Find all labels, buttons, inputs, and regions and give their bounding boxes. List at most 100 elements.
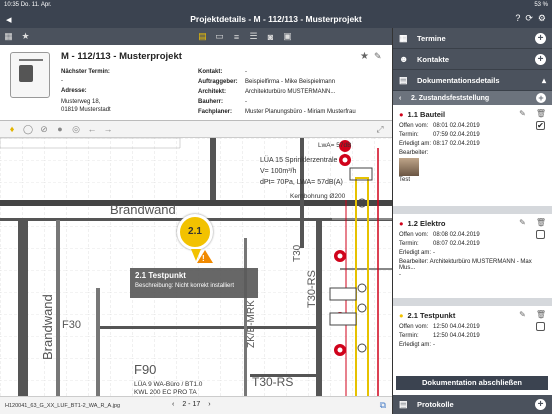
row-value: 08:08 02.04.2019 xyxy=(433,232,480,238)
field-value: Beispielfirma - Mike Beispielmann xyxy=(245,79,336,85)
link-icon[interactable]: ⧉ xyxy=(380,400,386,411)
previous-page-icon[interactable]: ‹ xyxy=(172,401,174,408)
row-value: - xyxy=(433,342,435,348)
field-label: Bauherr: xyxy=(198,99,224,105)
warning-triangle-icon xyxy=(197,250,213,263)
field-value: - xyxy=(245,99,247,105)
finish-documentation-button[interactable]: Dokumentation abschließen xyxy=(396,376,548,390)
selected-point-marker[interactable]: 2.1 xyxy=(177,214,213,250)
row-key: Erledigt am: xyxy=(399,250,432,256)
field-label: Fachplaner: xyxy=(198,109,233,115)
notes-icon[interactable]: ≡ xyxy=(228,28,245,45)
tooltip-title: 2.1 Testpunkt xyxy=(135,271,186,280)
pin-tool-icon[interactable]: ♦ xyxy=(6,123,18,135)
calendar-icon: ▦ xyxy=(399,32,408,43)
photo-caption: Test xyxy=(399,177,411,183)
add-icon[interactable]: + xyxy=(535,399,546,410)
circle-tool-icon[interactable]: ◯ xyxy=(22,123,34,135)
page-title: Projektdetails - M - 112/113 - Musterpro… xyxy=(190,14,362,24)
contacts-icon: ☻ xyxy=(399,54,409,64)
subsection-zustandsfeststellung[interactable]: ‹ 2. Zustandsfeststellung + xyxy=(393,91,552,105)
red-pin-icon: ● xyxy=(399,110,404,119)
section-dokumentationsdetails[interactable]: ▤ Dokumentationsdetails ▴ xyxy=(393,70,552,91)
battery-level: 53 % xyxy=(534,2,548,8)
camera-icon[interactable]: ◙ xyxy=(262,28,279,45)
list-item[interactable]: ● 2.1 Testpunkt ✎ 🗑 Offen vom: 12:50 04.04.… xyxy=(393,306,552,366)
row-key: Termin: xyxy=(399,241,419,247)
row-key: Termin: xyxy=(399,333,419,339)
document-icon[interactable]: ▭ xyxy=(211,28,228,45)
section-protokolle[interactable]: ▤ Protokolle + xyxy=(393,395,552,414)
next-page-icon[interactable]: › xyxy=(208,401,210,408)
next-date-value: - xyxy=(61,78,63,84)
main-toolbar: ▦ ★ ▤ ▭ ≡ ☰ ◙ ▣ xyxy=(0,28,392,45)
add-icon[interactable]: + xyxy=(535,53,546,65)
trash-icon[interactable]: 🗑 xyxy=(536,310,546,319)
favorite-star-icon[interactable]: ★ xyxy=(17,28,34,45)
expand-icon[interactable]: ⤢ xyxy=(374,123,386,135)
row-value: 08:07 02.04.2019 xyxy=(433,241,480,247)
edit-pencil-icon[interactable]: ✎ xyxy=(374,51,382,62)
project-info-panel: M - 112/113 - Musterprojekt Nächster Ter… xyxy=(0,45,392,121)
plan-label-brandwand-vertical: Brandwand xyxy=(40,294,55,360)
done-checkbox[interactable] xyxy=(536,230,545,239)
target-tool-icon[interactable]: ◎ xyxy=(70,123,82,135)
trash-icon[interactable]: 🗑 xyxy=(536,109,546,118)
plan-document-icon[interactable]: ▤ xyxy=(194,28,211,45)
plan-label-kernbohrung: Kernbohrung Ø200 xyxy=(290,193,346,200)
add-icon[interactable]: + xyxy=(536,93,546,103)
edit-pencil-icon[interactable]: ✎ xyxy=(519,218,526,227)
floor-plan[interactable]: Brandwand LÜA 15 Sprinklerzentrale V= 10… xyxy=(0,138,392,396)
row-key: Offen vom: xyxy=(399,324,429,330)
field-value: Architekturbüro MUSTERMANN... xyxy=(245,89,336,95)
plan-label-t30: T30 xyxy=(292,244,303,262)
redo-arrow-icon[interactable]: → xyxy=(102,123,114,135)
field-value: Muster Planungsbüro - Miriam Musterfrau xyxy=(245,109,356,115)
yellow-pin-icon: ● xyxy=(399,311,404,320)
project-title: M - 112/113 - Musterprojekt xyxy=(61,51,182,62)
bearbeiter-label: Bearbeiter: Architekturbüro MUSTERMANN -… xyxy=(399,259,532,271)
photo-thumbnail[interactable] xyxy=(399,158,419,176)
plan-label-lwa: LwA= 57dB xyxy=(318,142,351,149)
edit-pencil-icon[interactable]: ✎ xyxy=(519,310,526,319)
filled-circle-tool-icon[interactable]: ● xyxy=(54,123,66,135)
subsection-label: 2. Zustandsfeststellung xyxy=(411,94,490,102)
next-date-label: Nächster Termin: xyxy=(61,69,110,75)
trash-icon[interactable]: 🗑 xyxy=(536,218,546,227)
done-checkbox[interactable] xyxy=(536,322,545,331)
section-termine[interactable]: ▦ Termine + xyxy=(393,28,552,49)
chevron-left-icon[interactable]: ‹ xyxy=(399,95,411,102)
add-icon[interactable]: + xyxy=(535,32,546,44)
folder-icon[interactable]: ▣ xyxy=(279,28,296,45)
row-value: 08:17 02.04.2019 xyxy=(433,141,480,147)
done-checkbox[interactable]: ✔ xyxy=(536,121,545,130)
status-date: Do. 11. Apr. xyxy=(20,2,52,8)
row-value: 08:01 02.04.2019 xyxy=(433,123,480,129)
field-label: Architekt: xyxy=(198,89,227,95)
help-icon[interactable]: ? xyxy=(515,13,520,24)
plan-toolbar: ♦ ◯ ⊘ ● ◎ ← → ⤢ xyxy=(0,121,392,138)
slash-circle-tool-icon[interactable]: ⊘ xyxy=(38,123,50,135)
page-indicator: 2 - 17 xyxy=(182,401,201,408)
list-item[interactable]: ● 1.2 Elektro ✎ 🗑 Offen vom: 08:08 02.04.20… xyxy=(393,214,552,306)
project-card-icon xyxy=(10,52,50,98)
plan-pager: ‹ 2 - 17 › xyxy=(172,401,211,408)
chevron-up-icon[interactable]: ▴ xyxy=(542,76,546,85)
status-bar: 10:35 Do. 11. Apr. 53 % xyxy=(0,0,552,10)
list-icon[interactable]: ☰ xyxy=(245,28,262,45)
edit-pencil-icon[interactable]: ✎ xyxy=(519,109,526,118)
address-line1: Musterweg 18, xyxy=(61,99,101,105)
undo-arrow-icon[interactable]: ← xyxy=(86,123,98,135)
entry-title: 1.2 Elektro xyxy=(407,219,446,228)
point-tooltip[interactable]: 2.1 Testpunkt Beschreibung: Nicht korrek… xyxy=(130,268,258,298)
row-key: Termin: xyxy=(399,132,419,138)
section-kontakte[interactable]: ☻ Kontakte + xyxy=(393,49,552,70)
plan-label-brandwand: Brandwand xyxy=(110,202,176,217)
favorite-star-icon[interactable]: ★ xyxy=(360,51,369,62)
list-item[interactable]: ● 1.1 Bauteil ✎ 🗑 Offen vom: 08:01 02.04.20… xyxy=(393,105,552,214)
bearbeiter-label: Bearbeiter: xyxy=(399,150,429,156)
sync-icon[interactable]: ⟳ xyxy=(525,13,533,24)
settings-gear-icon[interactable]: ⚙ xyxy=(538,13,546,24)
red-pin-icon: ● xyxy=(399,219,404,228)
map-icon[interactable]: ▦ xyxy=(0,28,17,45)
